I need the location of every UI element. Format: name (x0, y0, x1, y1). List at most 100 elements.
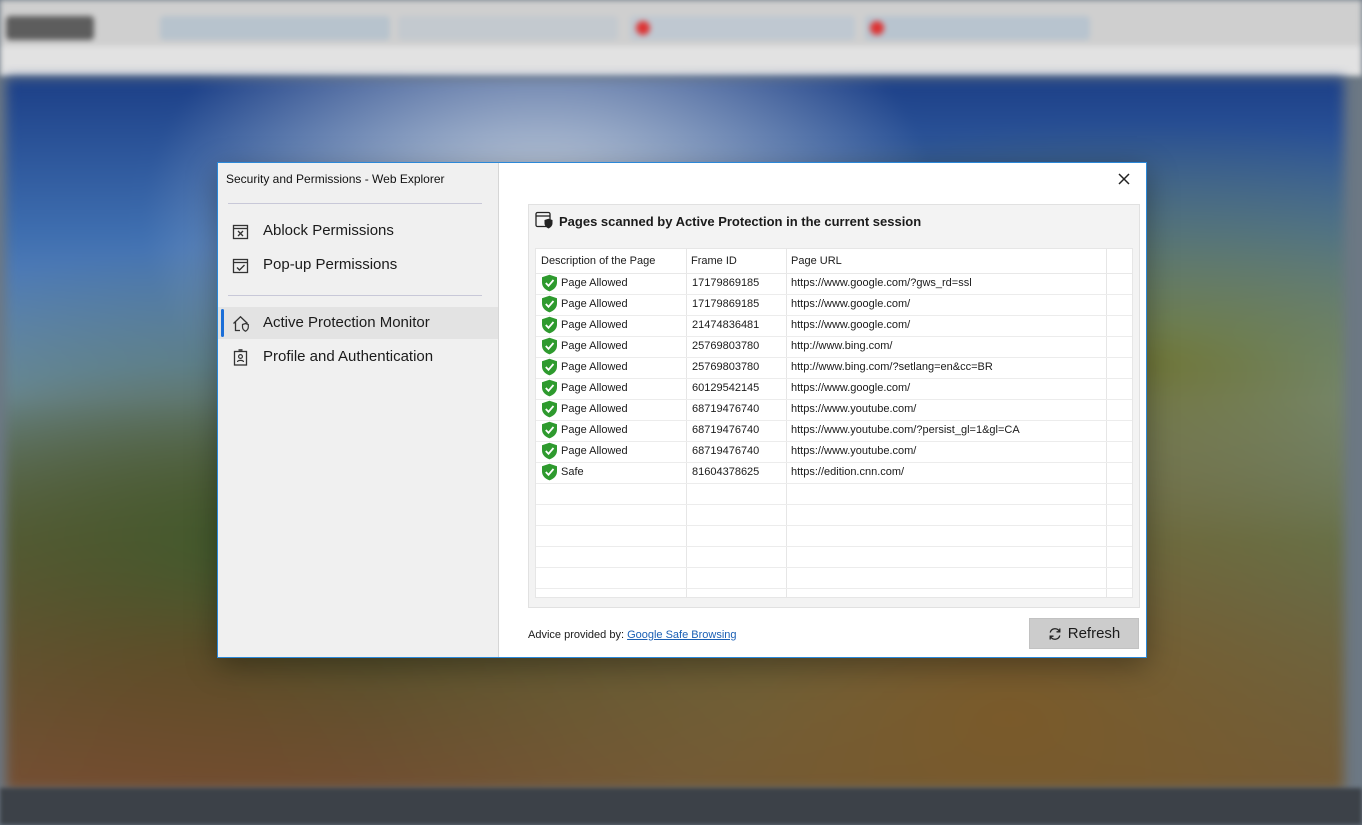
scanned-pages-table[interactable]: Description of the Page Frame ID Page UR… (535, 248, 1133, 598)
row-frame-id: 17179869185 (692, 298, 760, 310)
refresh-label: Refresh (1067, 625, 1121, 642)
sidebar-divider (228, 295, 482, 296)
sidebar-item-ablock-permissions[interactable]: Ablock Permissions (218, 215, 498, 247)
empty-table-row (536, 525, 1132, 547)
sidebar-item-active-protection-monitor[interactable]: Active Protection Monitor (218, 307, 498, 339)
close-icon (1118, 173, 1130, 185)
row-page-url: https://www.youtube.com/?persist_gl=1&gl… (791, 424, 1020, 436)
row-status: Safe (561, 466, 584, 478)
green-shield-check-icon (542, 463, 557, 481)
sidebar-item-label: Active Protection Monitor (263, 314, 430, 331)
tab-favicon-icon (870, 21, 884, 35)
row-page-url: http://www.bing.com/ (791, 340, 893, 352)
ablock-icon (232, 224, 249, 240)
empty-table-row (536, 504, 1132, 526)
row-frame-id: 25769803780 (692, 361, 760, 373)
scanned-pages-panel: Pages scanned by Active Protection in th… (528, 204, 1140, 608)
dialog-title: Security and Permissions - Web Explorer (226, 172, 445, 186)
table-row[interactable]: Page Allowed 68719476740 https://www.you… (536, 441, 1132, 463)
row-page-url: https://www.google.com/ (791, 382, 911, 394)
profile-badge-icon (233, 349, 248, 366)
green-shield-check-icon (542, 274, 557, 292)
row-frame-id: 81604378625 (692, 466, 760, 478)
row-status: Page Allowed (561, 319, 628, 331)
browser-shield-icon (535, 211, 553, 229)
sidebar-item-profile-authentication[interactable]: Profile and Authentication (218, 341, 498, 373)
table-row[interactable]: Page Allowed 25769803780 http://www.bing… (536, 336, 1132, 358)
empty-table-row (536, 483, 1132, 505)
row-frame-id: 68719476740 (692, 424, 760, 436)
home-shield-icon (233, 315, 249, 332)
background-taskbar (0, 788, 1362, 825)
browser-tab (630, 16, 855, 40)
row-status: Page Allowed (561, 277, 628, 289)
row-status: Page Allowed (561, 361, 628, 373)
sidebar: Security and Permissions - Web Explorer … (218, 163, 499, 657)
row-page-url: https://www.youtube.com/ (791, 445, 917, 457)
column-header-description[interactable]: Description of the Page (541, 255, 655, 267)
table-row[interactable]: Page Allowed 17179869185 https://www.goo… (536, 294, 1132, 316)
table-row[interactable]: Page Allowed 17179869185 https://www.goo… (536, 273, 1132, 295)
panel-title: Pages scanned by Active Protection in th… (559, 214, 922, 229)
table-row[interactable]: Page Allowed 21474836481 https://www.goo… (536, 315, 1132, 337)
table-row[interactable]: Page Allowed 60129542145 https://www.goo… (536, 378, 1132, 400)
empty-table-row (536, 588, 1132, 597)
browser-tab (398, 16, 618, 40)
browser-tab (6, 16, 94, 40)
row-frame-id: 25769803780 (692, 340, 760, 352)
row-status: Page Allowed (561, 403, 628, 415)
column-header-frame-id[interactable]: Frame ID (691, 255, 737, 267)
green-shield-check-icon (542, 379, 557, 397)
row-frame-id: 60129542145 (692, 382, 760, 394)
refresh-button[interactable]: Refresh (1029, 618, 1139, 649)
row-page-url: http://www.bing.com/?setlang=en&cc=BR (791, 361, 993, 373)
table-row[interactable]: Page Allowed 68719476740 https://www.you… (536, 420, 1132, 442)
row-page-url: https://www.youtube.com/ (791, 403, 917, 415)
row-status: Page Allowed (561, 382, 628, 394)
tab-favicon-icon (636, 21, 650, 35)
browser-chrome-background (0, 0, 1362, 76)
table-header: Description of the Page Frame ID Page UR… (536, 249, 1132, 274)
green-shield-check-icon (542, 400, 557, 418)
sidebar-item-label: Pop-up Permissions (263, 256, 398, 273)
green-shield-check-icon (542, 421, 557, 439)
row-status: Page Allowed (561, 445, 628, 457)
sidebar-item-label: Ablock Permissions (263, 222, 394, 239)
browser-tab (160, 16, 390, 40)
popup-check-icon (232, 258, 249, 274)
row-page-url: https://www.google.com/?gws_rd=ssl (791, 277, 972, 289)
table-row[interactable]: Page Allowed 68719476740 https://www.you… (536, 399, 1132, 421)
table-row[interactable]: Safe 81604378625 https://edition.cnn.com… (536, 462, 1132, 484)
row-frame-id: 17179869185 (692, 277, 760, 289)
sidebar-divider (228, 203, 482, 204)
sidebar-item-label: Profile and Authentication (263, 348, 434, 365)
refresh-icon (1049, 627, 1061, 640)
row-frame-id: 68719476740 (692, 403, 760, 415)
sidebar-item-popup-permissions[interactable]: Pop-up Permissions (218, 249, 498, 281)
row-frame-id: 68719476740 (692, 445, 760, 457)
row-page-url: https://www.google.com/ (791, 319, 911, 331)
close-button[interactable] (1114, 169, 1134, 189)
advice-footer: Advice provided by: Google Safe Browsing (528, 629, 737, 641)
row-status: Page Allowed (561, 298, 628, 310)
column-header-page-url[interactable]: Page URL (791, 255, 842, 267)
row-page-url: https://www.google.com/ (791, 298, 911, 310)
browser-tab (865, 16, 1090, 40)
security-permissions-dialog: Security and Permissions - Web Explorer … (217, 162, 1147, 658)
row-page-url: https://edition.cnn.com/ (791, 466, 905, 478)
green-shield-check-icon (542, 295, 557, 313)
browser-address-bar (0, 46, 1362, 76)
green-shield-check-icon (542, 337, 557, 355)
empty-table-row (536, 546, 1132, 568)
advice-label: Advice provided by: (528, 629, 624, 641)
browser-tab-strip (0, 0, 1362, 46)
green-shield-check-icon (542, 358, 557, 376)
green-shield-check-icon (542, 442, 557, 460)
row-frame-id: 21474836481 (692, 319, 760, 331)
google-safe-browsing-link[interactable]: Google Safe Browsing (627, 629, 736, 641)
green-shield-check-icon (542, 316, 557, 334)
row-status: Page Allowed (561, 340, 628, 352)
row-status: Page Allowed (561, 424, 628, 436)
table-row[interactable]: Page Allowed 25769803780 http://www.bing… (536, 357, 1132, 379)
empty-table-row (536, 567, 1132, 589)
